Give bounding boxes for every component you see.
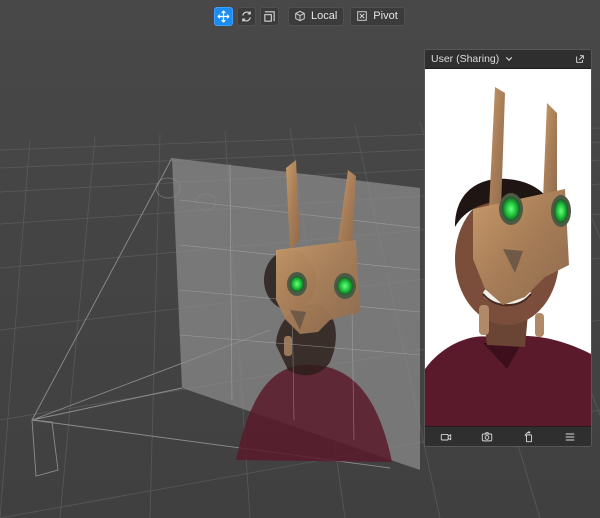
menu-button[interactable] <box>562 429 578 445</box>
rotate-device-button[interactable] <box>521 429 537 445</box>
cube-icon <box>295 10 305 22</box>
preview-image <box>425 69 591 428</box>
preview-header: User (Sharing) <box>425 50 591 69</box>
pivot-label: Pivot <box>373 10 398 22</box>
scale-tool-button[interactable] <box>260 6 279 26</box>
move-tool-button[interactable] <box>214 6 233 26</box>
menu-icon <box>565 432 575 441</box>
move-arrows-icon <box>217 10 230 22</box>
rotate-device-icon <box>524 430 532 442</box>
video-camera-button[interactable] <box>438 429 454 445</box>
camera-switch-icon <box>482 431 493 441</box>
local-space-toggle[interactable]: Local <box>288 6 345 26</box>
scale-icon <box>264 10 275 22</box>
rotate-icon <box>242 10 251 22</box>
transform-toolbar: Local Pivot <box>214 6 405 26</box>
preview-panel: User (Sharing) <box>424 49 592 447</box>
pivot-toggle[interactable]: Pivot <box>350 6 405 26</box>
chevron-down-icon <box>505 55 513 63</box>
video-camera-icon <box>440 433 451 440</box>
preview-video <box>425 69 591 428</box>
preview-footer <box>425 426 591 446</box>
local-space-label: Local <box>311 10 338 22</box>
camera-source-dropdown[interactable]: User (Sharing) <box>431 53 513 65</box>
rotate-tool-button[interactable] <box>237 6 256 26</box>
preview-title: User (Sharing) <box>431 53 500 65</box>
camera-switch-button[interactable] <box>479 429 495 445</box>
pivot-icon <box>357 11 368 21</box>
popout-icon[interactable] <box>575 54 585 64</box>
